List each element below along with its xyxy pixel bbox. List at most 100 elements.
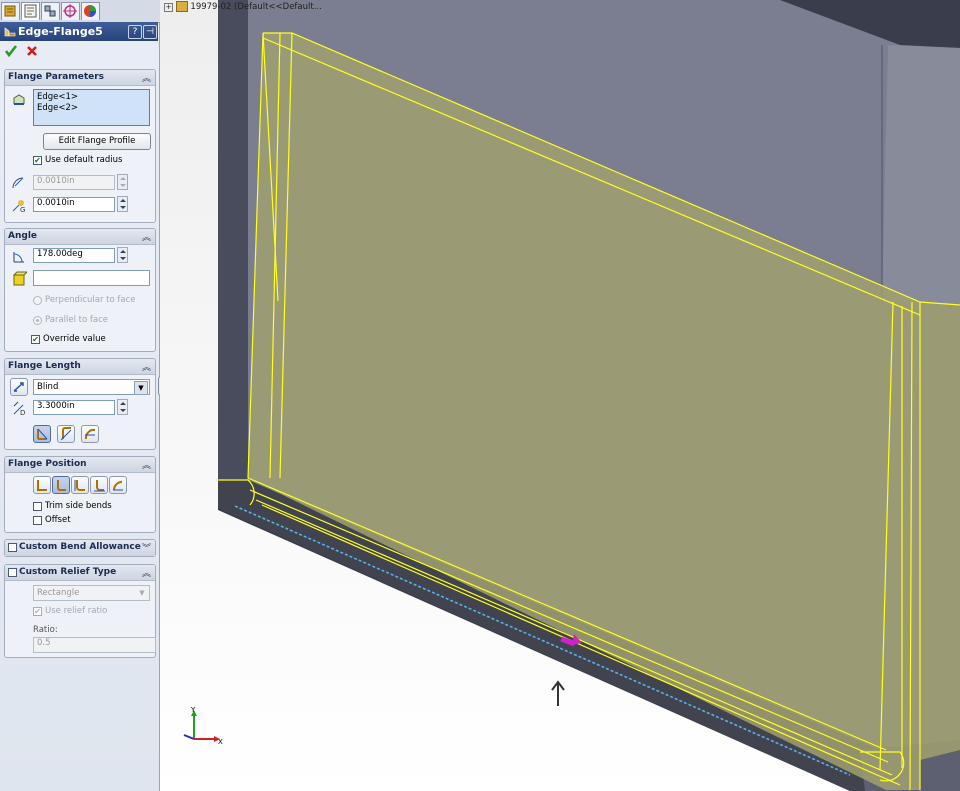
bend-radius-input[interactable]: 0.0010in [33,175,115,190]
ratio-input[interactable]: 0.5 [33,637,156,653]
svg-text:G: G [20,206,25,214]
selected-edge-item[interactable]: Edge<2> [37,103,149,114]
configuration-manager-icon [44,5,56,17]
flange-length-section: Flange Length ︽ Blind ▼ D 3.3000in [4,358,156,450]
edge-flange-icon [4,27,16,37]
material-outside-icon [57,480,66,491]
feature-manager-icon [4,5,16,17]
display-manager-icon [84,5,96,17]
tangent-bend-button[interactable] [81,425,99,443]
custom-bend-allowance-section: Custom Bend Allowance ︾ [4,539,156,557]
ok-check-icon[interactable] [4,44,18,58]
gap-distance-spinner[interactable] [117,196,128,212]
end-condition-value: Blind [37,382,59,392]
edit-flange-profile-button[interactable]: Edit Flange Profile [43,133,151,150]
feature-tree-flyout[interactable]: + 19979-02 (Default<<Default... [164,1,322,12]
bend-radius-spinner[interactable] [117,174,128,190]
relief-type-value: Rectangle [37,588,80,598]
parallel-radio[interactable] [33,316,42,325]
angle-header[interactable]: Angle ︽ [5,229,155,245]
parallel-label: Parallel to face [45,315,109,325]
collapse-chevron-icon[interactable]: ︽ [142,360,151,373]
flange-angle-icon [13,252,24,263]
property-manager-title-bar: Edge-Flange5 ? ⊣ [0,22,158,41]
ratio-label: Ratio: [33,625,58,635]
use-relief-ratio-label: Use relief ratio [45,606,108,616]
collapse-chevron-icon[interactable]: ︽ [142,566,151,579]
section-title: Flange Length [8,361,81,371]
flange-position-header[interactable]: Flange Position ︽ [5,457,155,473]
material-inside-icon [37,480,47,491]
expand-chevron-icon[interactable]: ︾ [142,541,151,554]
model-view: Y X [160,0,960,791]
use-default-radius-label: Use default radius [45,155,123,165]
bend-from-virtual-sharp-button[interactable] [90,476,108,494]
section-title: Flange Position [8,459,87,469]
graphics-viewport[interactable]: Y X + 19979-02 (Default<<Default... [160,0,960,791]
override-value-label: Override value [43,334,106,344]
edges-selection-box[interactable]: Edge<1> Edge<2> [33,89,150,126]
offset-label: Offset [45,515,71,525]
material-inside-button[interactable] [33,476,51,494]
tangent-to-bend-icon [113,481,123,491]
section-title: Custom Relief Type [19,567,117,577]
help-icon[interactable]: ? [128,25,142,39]
manager-tabs [0,0,160,23]
use-default-radius-checkbox[interactable]: ✔ [33,156,42,165]
trim-side-bends-label: Trim side bends [45,501,112,511]
property-manager-icon [24,4,37,18]
section-title: Flange Parameters [8,72,105,82]
property-manager-tab[interactable] [21,2,40,20]
perpendicular-radio[interactable] [33,296,42,305]
configuration-manager-tab[interactable] [41,2,60,20]
flange-parameters-section: Flange Parameters ︽ Edge<1> Edge<2> Edit… [4,69,156,223]
dropdown-chevron-icon[interactable]: ▼ [136,587,148,599]
end-condition-select[interactable]: Blind ▼ [33,379,150,395]
angle-spinner[interactable] [117,247,128,263]
gap-distance-input[interactable]: 0.0010in [33,197,115,212]
collapse-chevron-icon[interactable]: ︽ [142,71,151,84]
feature-manager-tab[interactable] [1,2,20,20]
flange-length-input[interactable]: 3.3000in [33,400,115,415]
display-manager-tab[interactable] [81,2,100,20]
perpendicular-label: Perpendicular to face [45,295,136,305]
svg-text:D: D [20,409,25,416]
outer-virtual-sharp-button[interactable] [33,425,51,443]
reverse-direction-button[interactable] [10,378,28,396]
bend-from-virtual-sharp-icon [94,480,105,492]
bend-outside-icon [74,480,85,491]
collapse-chevron-icon[interactable]: ︽ [142,458,151,471]
section-title: Custom Bend Allowance [19,542,141,552]
bend-outside-button[interactable] [71,476,89,494]
svg-text:Y: Y [190,706,196,714]
part-icon [175,1,188,12]
custom-relief-type-header[interactable]: Custom Relief Type ︽ [5,565,155,581]
expand-plus-icon[interactable]: + [164,3,173,12]
use-relief-ratio-checkbox[interactable]: ✔ [33,607,42,616]
offset-checkbox[interactable] [33,516,42,525]
dimxpert-tab[interactable] [61,2,80,20]
flange-parameters-header[interactable]: Flange Parameters ︽ [5,70,155,86]
collapse-chevron-icon[interactable]: ︽ [142,230,151,243]
selected-edge-item[interactable]: Edge<1> [37,92,149,103]
bend-radius-icon [12,177,24,189]
cancel-x-icon[interactable] [26,45,38,57]
tangent-to-bend-button[interactable] [109,476,127,494]
feature-title: Edge-Flange5 [18,25,103,38]
angle-input[interactable]: 178.00deg [33,248,115,263]
dimxpert-icon [63,4,77,18]
reference-face-selection[interactable] [33,270,150,286]
custom-bend-allowance-header[interactable]: Custom Bend Allowance ︾ [5,540,155,556]
pin-icon[interactable]: ⊣ [143,25,157,39]
inner-virtual-sharp-button[interactable] [57,425,75,443]
section-title: Angle [8,231,38,241]
custom-bend-allowance-checkbox[interactable] [8,543,17,552]
relief-type-select[interactable]: Rectangle ▼ [33,585,150,601]
flange-length-header[interactable]: Flange Length ︽ [5,359,155,375]
material-outside-button[interactable] [52,476,70,494]
override-value-checkbox[interactable]: ✔ [31,335,40,344]
trim-side-bends-checkbox[interactable] [33,502,42,511]
dropdown-chevron-icon[interactable]: ▼ [134,381,148,395]
custom-relief-type-checkbox[interactable] [8,568,17,577]
flange-length-spinner[interactable] [117,399,128,415]
